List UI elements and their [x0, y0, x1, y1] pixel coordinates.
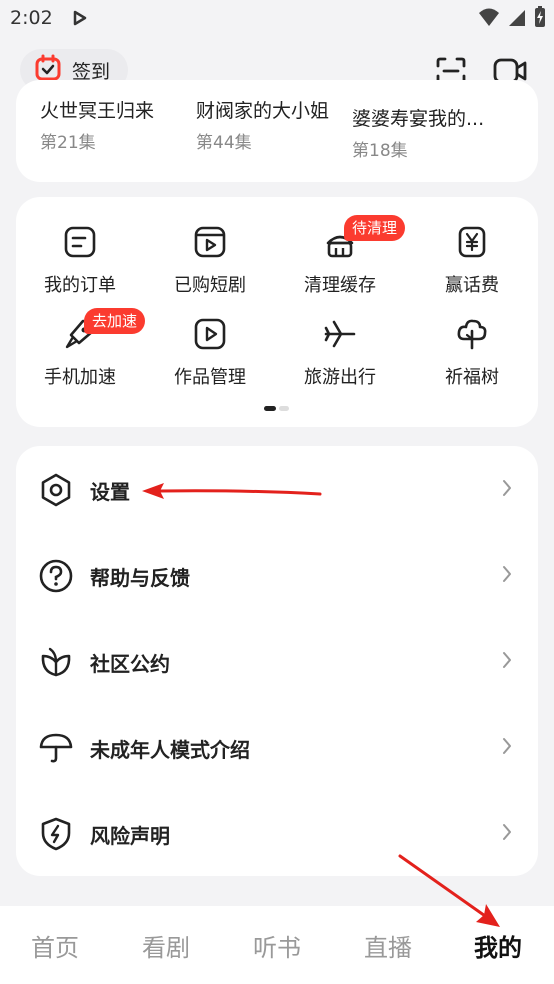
drama-episode: 第21集 [40, 133, 96, 153]
speed-badge: 去加速 [84, 308, 146, 334]
tree-icon [455, 317, 489, 351]
works-icon [193, 317, 227, 351]
umbrella-icon [38, 730, 74, 766]
menu-card: 设置 帮助与反馈 社区公约 未成年人模式介绍 风险声明 [16, 446, 538, 876]
yen-icon [455, 225, 489, 259]
cache-badge: 待清理 [344, 215, 406, 241]
order-icon [63, 225, 97, 259]
leaf-icon [38, 644, 74, 680]
page-dot [279, 406, 289, 411]
signal-icon [508, 7, 526, 31]
menu-label: 未成年人模式介绍 [90, 738, 250, 762]
bottom-nav: 首页 看剧 听书 直播 我的 [0, 906, 554, 984]
nav-home[interactable]: 首页 [15, 928, 95, 963]
grid-label: 我的订单 [44, 275, 116, 296]
settings-icon [38, 472, 74, 508]
purchased-drama-icon [193, 225, 227, 259]
grid-label: 赢话费 [445, 275, 499, 296]
drama-episode: 第18集 [352, 141, 408, 161]
play-indicator-icon [72, 10, 88, 30]
drama-title: 婆婆寿宴我的... [352, 108, 485, 130]
plane-icon [323, 317, 357, 351]
grid-label: 手机加速 [44, 367, 116, 388]
grid-label: 清理缓存 [304, 275, 376, 296]
page-indicator [264, 406, 289, 411]
grid-item-works[interactable]: 作品管理 [150, 317, 270, 397]
chevron-right-icon [502, 823, 512, 845]
menu-label: 帮助与反馈 [90, 566, 190, 590]
menu-item-risk[interactable]: 风险声明 [16, 790, 538, 876]
menu-label: 风险声明 [90, 824, 170, 848]
services-grid-card: 我的订单 已购短剧 清理缓存 待清理 赢话费 手机加速 去加速 作品管理 旅游出… [16, 197, 538, 427]
chevron-right-icon [502, 565, 512, 587]
nav-listen[interactable]: 听书 [237, 928, 317, 963]
grid-label: 已购短剧 [174, 275, 246, 296]
grid-item-win-credit[interactable]: 赢话费 [412, 225, 532, 305]
grid-label: 作品管理 [174, 367, 246, 388]
grid-item-blessing-tree[interactable]: 祈福树 [412, 317, 532, 397]
menu-label: 设置 [90, 480, 130, 504]
grid-label: 祈福树 [445, 367, 499, 388]
help-icon [38, 558, 74, 594]
page-dot-active [264, 406, 276, 411]
recent-dramas-card: 火世冥王归来 第21集 财阀家的大小姐 第44集 婆婆寿宴我的... 第18集 [16, 80, 538, 182]
nav-watch[interactable]: 看剧 [126, 928, 206, 963]
wifi-icon [478, 7, 500, 31]
drama-title: 火世冥王归来 [40, 100, 155, 122]
nav-live[interactable]: 直播 [348, 928, 428, 963]
shield-icon [38, 816, 74, 852]
drama-episode: 第44集 [196, 133, 252, 153]
grid-item-orders[interactable]: 我的订单 [20, 225, 140, 305]
menu-label: 社区公约 [90, 652, 170, 676]
menu-item-settings[interactable]: 设置 [16, 446, 538, 532]
chevron-right-icon [502, 737, 512, 759]
chevron-right-icon [502, 479, 512, 501]
menu-item-community[interactable]: 社区公约 [16, 618, 538, 704]
grid-item-travel[interactable]: 旅游出行 [280, 317, 400, 397]
menu-item-help[interactable]: 帮助与反馈 [16, 532, 538, 618]
status-bar: 2:02 [0, 0, 554, 38]
menu-item-minor-mode[interactable]: 未成年人模式介绍 [16, 704, 538, 790]
chevron-right-icon [502, 651, 512, 673]
battery-icon [534, 6, 546, 32]
drama-title: 财阀家的大小姐 [196, 100, 330, 122]
grid-label: 旅游出行 [304, 367, 376, 388]
nav-mine[interactable]: 我的 [458, 928, 538, 963]
grid-item-purchased[interactable]: 已购短剧 [150, 225, 270, 305]
status-time: 2:02 [10, 7, 53, 29]
